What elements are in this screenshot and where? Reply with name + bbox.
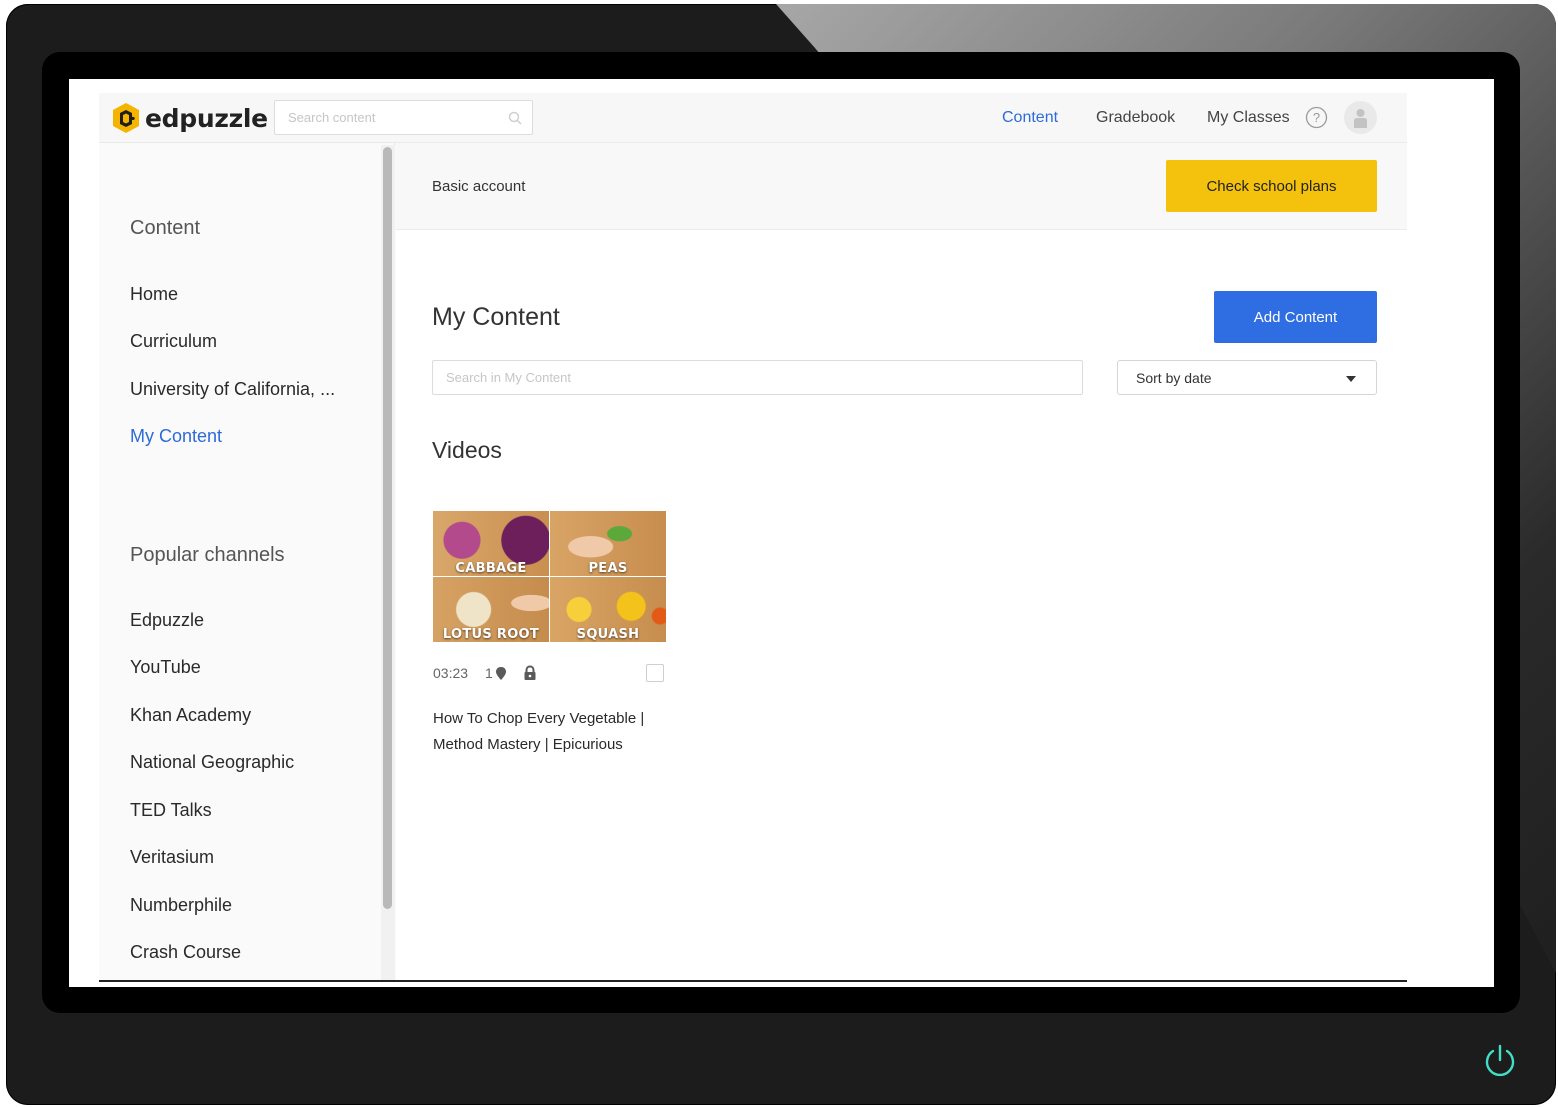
sidebar-channel-veritasium[interactable]: Veritasium	[130, 847, 214, 868]
thumb-quadrant-squash: SQUASH	[550, 577, 666, 642]
logo[interactable]: edpuzzle	[111, 102, 268, 134]
nav-link-gradebook[interactable]: Gradebook	[1096, 109, 1175, 127]
sidebar-channel-edpuzzle[interactable]: Edpuzzle	[130, 610, 204, 631]
top-bar: edpuzzle Content Gradebook My Classes	[99, 93, 1407, 143]
sidebar-channel-youtube[interactable]: YouTube	[130, 657, 201, 678]
sidebar-heading-content: Content	[130, 217, 201, 239]
thumb-label-squash: SQUASH	[576, 627, 640, 642]
search-icon[interactable]	[508, 111, 522, 125]
logo-text: edpuzzle	[145, 103, 268, 133]
videos-heading: Videos	[432, 437, 502, 463]
avatar[interactable]	[1344, 101, 1377, 134]
video-meta: 03:23 1	[433, 663, 666, 683]
main-panel: Basic account Check school plans My Cont…	[396, 143, 1407, 981]
power-icon[interactable]	[1481, 1042, 1519, 1080]
nav-gradebook: Gradebook	[1096, 93, 1175, 143]
page-title: My Content	[432, 303, 560, 331]
help-icon[interactable]: ?	[1305, 106, 1328, 129]
video-select-checkbox[interactable]	[646, 664, 664, 682]
add-content-button[interactable]: Add Content	[1214, 291, 1377, 343]
thumb-label-cabbage: CABBAGE	[455, 561, 527, 576]
puzzle-logo-icon	[113, 103, 139, 133]
sidebar-channel-ted-talks[interactable]: TED Talks	[130, 800, 212, 821]
sort-dropdown-label: Sort by date	[1136, 370, 1212, 386]
bottom-divider	[99, 980, 1407, 982]
sidebar-scroll-thumb[interactable]	[383, 147, 392, 909]
chevron-down-icon	[1346, 376, 1356, 382]
content-search-input[interactable]	[433, 361, 1082, 394]
sidebar-channel-khan-academy[interactable]: Khan Academy	[130, 705, 251, 726]
video-title[interactable]: How To Chop Every Vegetable | Method Mas…	[433, 706, 673, 758]
video-duration: 03:23	[433, 665, 469, 681]
content-search-box	[432, 360, 1083, 395]
top-search-input[interactable]	[275, 101, 495, 134]
sidebar-channel-numberphile[interactable]: Numberphile	[130, 895, 232, 916]
lock-icon	[524, 665, 536, 680]
video-thumbnail[interactable]: CABBAGE PEAS LOTUS ROOT SQUASH	[433, 511, 666, 643]
edpuzzle-app: edpuzzle Content Gradebook My Classes	[99, 93, 1407, 981]
sidebar-channel-crash-course[interactable]: Crash Course	[130, 942, 241, 963]
sidebar-channel-national-geographic[interactable]: National Geographic	[130, 752, 294, 773]
nav-link-content[interactable]: Content	[1002, 109, 1058, 127]
nav-content: Content	[1002, 93, 1058, 143]
account-type-text: Basic account	[432, 178, 526, 195]
svg-text:?: ?	[1313, 110, 1320, 125]
avatar-icon	[1354, 109, 1367, 128]
thumb-quadrant-peas: PEAS	[550, 511, 666, 576]
nav-link-my-classes[interactable]: My Classes	[1207, 109, 1290, 127]
screen: edpuzzle Content Gradebook My Classes	[69, 79, 1494, 987]
top-search-box	[274, 100, 533, 135]
sidebar-item-curriculum[interactable]: Curriculum	[130, 331, 217, 352]
check-school-plans-button[interactable]: Check school plans	[1166, 160, 1377, 212]
sidebar-item-home[interactable]: Home	[130, 284, 178, 305]
thumb-label-lotus-root: LOTUS ROOT	[442, 627, 540, 642]
sort-dropdown[interactable]: Sort by date	[1117, 360, 1377, 395]
nav-my-classes: My Classes	[1207, 93, 1290, 143]
sidebar-item-my-content[interactable]: My Content	[130, 426, 222, 447]
video-card[interactable]: CABBAGE PEAS LOTUS ROOT SQUASH 03:23 1 H…	[433, 511, 666, 753]
sidebar: Content Home Curriculum University of Ca…	[99, 143, 395, 981]
thumb-label-peas: PEAS	[588, 561, 628, 576]
thumb-quadrant-cabbage: CABBAGE	[433, 511, 549, 576]
sidebar-item-university[interactable]: University of California, ...	[130, 379, 335, 400]
pin-icon	[496, 667, 506, 680]
account-banner: Basic account Check school plans	[396, 143, 1407, 230]
question-count: 1	[485, 665, 493, 681]
thumb-quadrant-lotus-root: LOTUS ROOT	[433, 577, 549, 642]
sidebar-heading-channels: Popular channels	[130, 544, 285, 566]
